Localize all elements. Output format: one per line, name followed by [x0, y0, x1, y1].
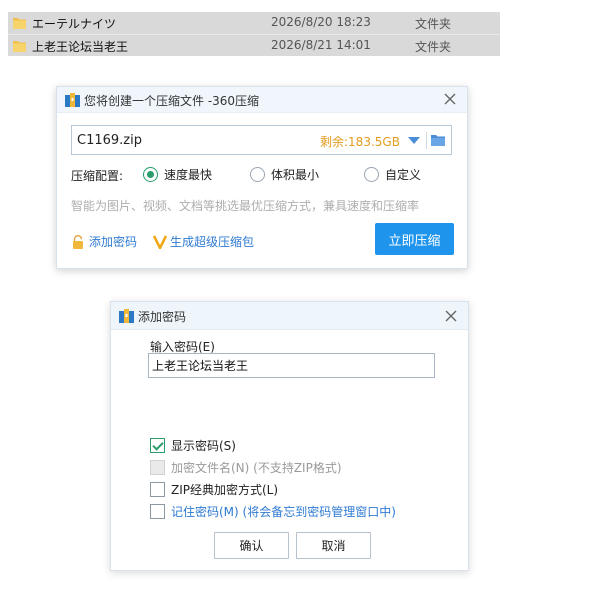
radio-unchecked[interactable] [250, 167, 265, 182]
file-name: エーテルナイツ [32, 17, 117, 31]
compress-dialog: 您将创建一个压缩文件 -360压缩 C1169.zip 剩余:183.5GB 压… [56, 86, 468, 269]
encrypt-filenames-checkbox: 加密文件名(N) (不支持ZIP格式) [150, 459, 342, 476]
file-type: 文件夹 [415, 17, 452, 31]
super-pack-link[interactable]: 生成超级压缩包 [153, 233, 254, 250]
option-label: 自定义 [385, 168, 422, 182]
file-row[interactable]: 上老王论坛当老王 2026/8/21 14:01 文件夹 [8, 34, 500, 56]
radio-checked[interactable] [143, 167, 158, 182]
password-dialog-title: 添加密码 [138, 310, 187, 324]
encrypt-filenames-label: 加密文件名(N) (不支持ZIP格式) [171, 461, 342, 475]
screen: エーテルナイツ 2026/8/20 18:23 文件夹 上老王论坛当老王 202… [0, 0, 600, 597]
zip-classic-label: ZIP经典加密方式(L) [171, 483, 279, 497]
archive-app-icon [119, 309, 134, 323]
folder-icon [13, 41, 26, 52]
remaining-space: 剩余:183.5GB [320, 135, 400, 149]
folder-icon [13, 18, 26, 29]
compress-hint: 智能为图片、视频、文档等挑选最优压缩方式，兼具速度和压缩率 [71, 199, 420, 213]
archive-app-icon [65, 93, 80, 107]
browse-folder-icon[interactable] [431, 134, 445, 146]
compress-dialog-title: 您将创建一个压缩文件 -360压缩 [84, 94, 260, 108]
checkbox-unchecked[interactable] [150, 482, 165, 497]
add-password-link[interactable]: 添加密码 [71, 233, 137, 250]
compress-config-label: 压缩配置: [71, 169, 124, 183]
file-type: 文件夹 [415, 40, 452, 54]
cancel-button[interactable]: 取消 [296, 532, 371, 559]
option-label: 速度最快 [164, 168, 213, 182]
checkbox-disabled [150, 460, 165, 475]
file-row[interactable]: エーテルナイツ 2026/8/20 18:23 文件夹 [8, 12, 500, 34]
compress-dialog-titlebar[interactable]: 您将创建一个压缩文件 -360压缩 [57, 87, 467, 113]
remember-password-label: 记住密码(M) (将会备忘到密码管理窗口中) [171, 505, 396, 519]
option-custom[interactable]: 自定义 [364, 166, 421, 183]
archive-name-field[interactable]: C1169.zip 剩余:183.5GB [71, 125, 452, 155]
file-date: 2026/8/21 14:01 [271, 38, 371, 52]
super-pack-label: 生成超级压缩包 [170, 235, 255, 249]
file-name: 上老王论坛当老王 [32, 40, 129, 54]
ok-button[interactable]: 确认 [214, 532, 289, 559]
option-fastest[interactable]: 速度最快 [143, 166, 212, 183]
password-input[interactable] [148, 353, 435, 378]
add-password-label: 添加密码 [89, 235, 138, 249]
show-password-checkbox[interactable]: 显示密码(S) [150, 437, 236, 454]
password-dialog-titlebar[interactable]: 添加密码 [111, 302, 468, 330]
v-badge-icon [153, 234, 167, 249]
option-label: 体积最小 [271, 168, 320, 182]
option-smallest[interactable]: 体积最小 [250, 166, 319, 183]
radio-unchecked[interactable] [364, 167, 379, 182]
field-divider [426, 132, 427, 149]
show-password-label: 显示密码(S) [171, 439, 236, 453]
file-date: 2026/8/20 18:23 [271, 15, 371, 29]
chevron-down-icon[interactable] [408, 137, 420, 144]
remember-password-checkbox[interactable]: 记住密码(M) (将会备忘到密码管理窗口中) [150, 503, 396, 520]
close-icon[interactable] [443, 92, 457, 106]
archive-filename: C1169.zip [77, 133, 142, 148]
close-icon[interactable] [444, 309, 458, 323]
checkbox-unchecked[interactable] [150, 504, 165, 519]
checkbox-checked[interactable] [150, 438, 165, 453]
lock-icon [73, 234, 83, 249]
zip-classic-checkbox[interactable]: ZIP经典加密方式(L) [150, 481, 278, 498]
file-list: エーテルナイツ 2026/8/20 18:23 文件夹 上老王论坛当老王 202… [8, 12, 500, 56]
compress-now-button[interactable]: 立即压缩 [375, 223, 454, 255]
password-dialog: 添加密码 输入密码(E) 显示密码(S) 加密文件名(N) (不支持ZIP格式)… [110, 301, 469, 571]
